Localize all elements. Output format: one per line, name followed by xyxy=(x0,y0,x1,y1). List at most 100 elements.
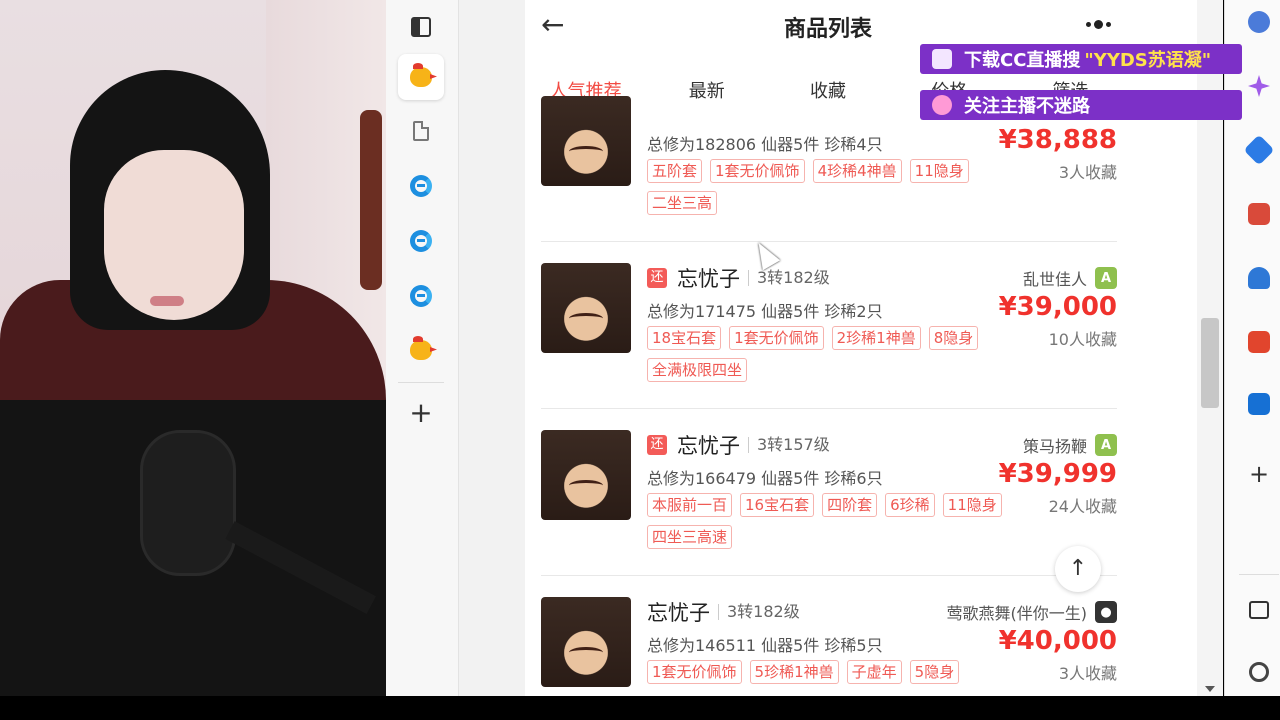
seller-row: 策马扬鞭 A xyxy=(1023,431,1117,459)
item-tag: 11隐身 xyxy=(909,159,969,183)
back-to-top-button[interactable]: ↑ xyxy=(1055,546,1101,592)
follow-overlay-banner: 关注主播不迷路 xyxy=(920,90,1242,120)
bottom-black-bar xyxy=(0,696,1280,720)
tag-icon xyxy=(1243,134,1275,166)
favorite-count: 24人收藏 xyxy=(1048,497,1117,516)
item-tag: 6珍稀 xyxy=(885,493,935,517)
tab-edge-3[interactable] xyxy=(398,273,444,319)
microphone xyxy=(140,430,236,576)
page-gutter xyxy=(459,0,525,696)
item-tag: 4珍稀4神兽 xyxy=(812,159,902,183)
item-tag: 本服前一百 xyxy=(647,493,733,517)
edge-icon xyxy=(410,285,432,307)
heart-icon xyxy=(932,95,952,115)
panel-toggle-button[interactable] xyxy=(398,4,444,50)
outlook-button[interactable] xyxy=(1247,392,1271,416)
new-tab-button[interactable]: + xyxy=(398,390,444,436)
character-level: 3转157级 xyxy=(748,437,830,453)
tab-bird-2[interactable] xyxy=(398,327,444,373)
item-stats: 总修为146511 仙器5件 珍稀5只 xyxy=(647,636,883,655)
favorite-count: 3人收藏 xyxy=(1058,664,1117,683)
sidebar-divider xyxy=(398,382,444,383)
list-item[interactable]: 忘忧子 3转182级 莺歌燕舞(伴你一生) ● 总修为146511 仙器5件 珍… xyxy=(541,576,1117,696)
list-item[interactable]: 还 忘忧子 3转182级 乱世佳人 A 总修为171475 仙器5件 珍稀2只 … xyxy=(541,242,1117,409)
hide-sidebar-button[interactable] xyxy=(1247,598,1271,622)
item-tag: 五阶套 xyxy=(647,159,703,183)
item-tag: 16宝石套 xyxy=(740,493,815,517)
sidebar-divider xyxy=(1239,574,1279,575)
item-tag: 四阶套 xyxy=(822,493,878,517)
plus-icon: + xyxy=(1248,460,1270,488)
bird-icon xyxy=(410,336,432,360)
item-tag: 2珍稀1神兽 xyxy=(831,326,921,350)
list-item[interactable]: 还 忘忧子 3转157级 策马扬鞭 A 总修为166479 仙器5件 珍稀6只 … xyxy=(541,409,1117,576)
item-tag: 1套无价佩饰 xyxy=(647,660,742,684)
gear-icon xyxy=(1249,662,1269,682)
seller-row: 乱世佳人 A xyxy=(1023,264,1117,292)
item-stats: 总修为166479 仙器5件 珍稀6只 xyxy=(647,469,883,488)
add-sidebar-app-button[interactable]: + xyxy=(1247,462,1271,486)
seller-name: 乱世佳人 xyxy=(1022,270,1087,289)
item-tag: 8隐身 xyxy=(928,326,979,350)
character-name: 忘忧子 xyxy=(647,601,710,625)
sparkle-icon xyxy=(1248,75,1270,97)
tab-edge-2[interactable] xyxy=(398,218,444,264)
character-avatar xyxy=(541,96,631,186)
item-tag: 1套无价佩饰 xyxy=(710,159,805,183)
outlook-icon xyxy=(1248,393,1270,415)
tab-edge-1[interactable] xyxy=(398,163,444,209)
tab-document[interactable] xyxy=(398,108,444,154)
settings-button[interactable] xyxy=(1247,660,1271,684)
tools-button[interactable] xyxy=(1247,202,1271,226)
people-button[interactable] xyxy=(1247,266,1271,290)
character-name: 忘忧子 xyxy=(677,267,740,291)
webcam-feed xyxy=(0,0,386,696)
item-price: ¥40,000 xyxy=(998,626,1117,656)
download-icon xyxy=(932,49,952,69)
office-button[interactable] xyxy=(1247,330,1271,354)
bird-icon xyxy=(410,63,432,87)
item-price: ¥38,888 xyxy=(998,125,1117,155)
item-tag: 11隐身 xyxy=(942,493,1002,517)
edge-icon xyxy=(410,230,432,252)
item-tag: 18宝石套 xyxy=(647,326,722,350)
name-row: 还 忘忧子 3转182级 xyxy=(647,264,830,292)
scrollbar-thumb[interactable] xyxy=(1201,318,1219,408)
copilot-button[interactable] xyxy=(1247,10,1271,34)
lips xyxy=(150,296,184,306)
name-row: 忘忧子 3转182级 xyxy=(647,598,800,626)
sparkle-button[interactable] xyxy=(1247,74,1271,98)
plus-icon: + xyxy=(409,396,433,429)
tab-bird-active[interactable] xyxy=(398,54,444,100)
face xyxy=(104,150,244,320)
return-badge: 还 xyxy=(647,435,667,455)
item-tag: 5珍稀1神兽 xyxy=(749,660,839,684)
item-tag: 二坐三高 xyxy=(647,191,718,215)
item-stats: 总修为171475 仙器5件 珍稀2只 xyxy=(647,302,883,321)
name-row: 还 忘忧子 3转157级 xyxy=(647,431,830,459)
shopping-tag-button[interactable] xyxy=(1243,134,1275,166)
guitar xyxy=(360,110,382,290)
character-name: 忘忧子 xyxy=(677,434,740,458)
return-badge: 还 xyxy=(647,268,667,288)
toolbox-icon xyxy=(1248,203,1270,225)
download-highlight: "YYDS苏语凝" xyxy=(1084,50,1212,71)
item-price: ¥39,999 xyxy=(998,459,1117,489)
favorite-count: 10人收藏 xyxy=(1048,330,1117,349)
android-icon: A xyxy=(1095,434,1117,456)
browser-sidebar: + xyxy=(386,0,459,696)
character-avatar xyxy=(541,430,631,520)
item-tags: 五阶套 1套无价佩饰 4珍稀4神兽 11隐身 二坐三高 xyxy=(647,159,1027,215)
apple-icon: ● xyxy=(1095,601,1117,623)
exit-panel-icon xyxy=(1249,601,1269,619)
scroll-down-icon[interactable] xyxy=(1205,686,1215,692)
character-level: 3转182级 xyxy=(748,270,830,286)
panel-icon xyxy=(411,17,431,37)
more-options-icon[interactable] xyxy=(1083,14,1113,34)
document-icon xyxy=(413,121,429,141)
download-text: 下载CC直播搜 xyxy=(964,50,1081,71)
download-overlay-banner: 下载CC直播搜 "YYDS苏语凝" xyxy=(920,44,1242,74)
follow-text: 关注主播不迷路 xyxy=(964,96,1090,117)
seller-row: 莺歌燕舞(伴你一生) ● xyxy=(947,598,1117,626)
favorite-count: 3人收藏 xyxy=(1058,163,1117,182)
